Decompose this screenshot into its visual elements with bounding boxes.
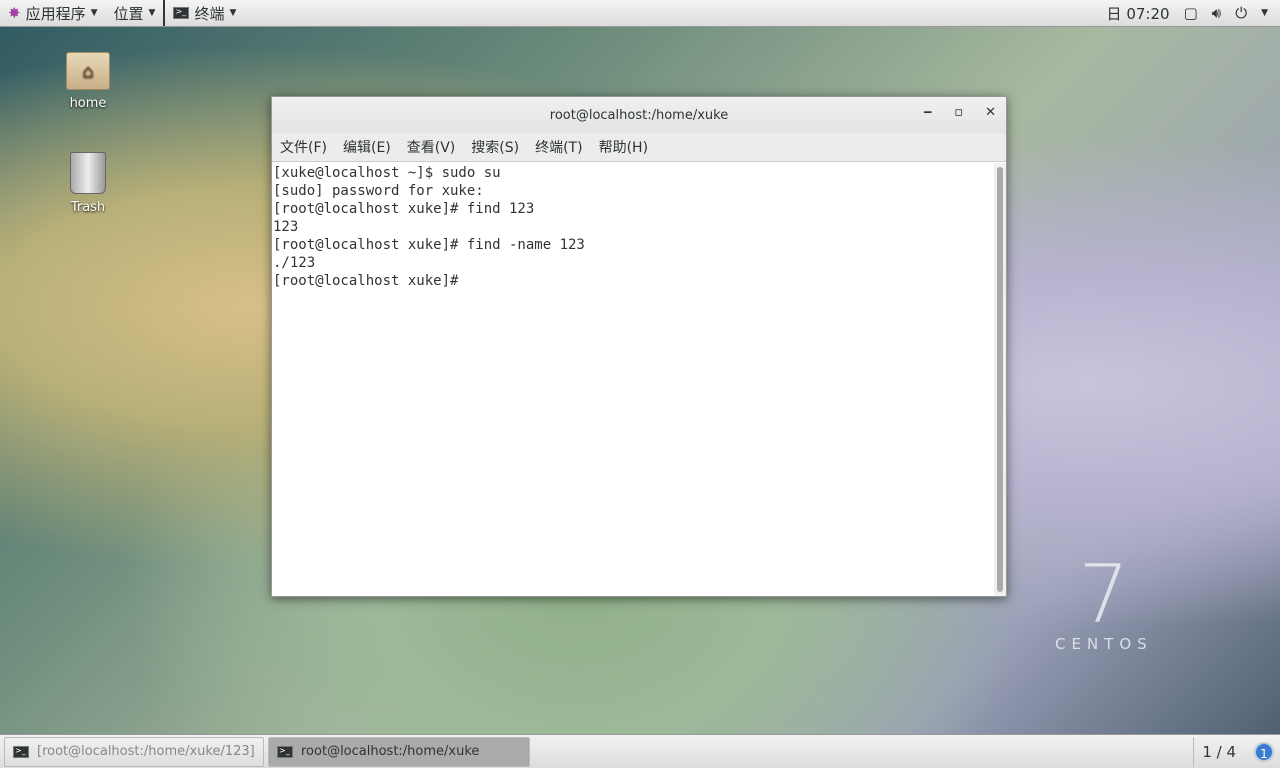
menu-search[interactable]: 搜索(S) <box>471 137 519 157</box>
notification-badge[interactable]: 1 <box>1254 742 1274 762</box>
places-label: 位置 <box>114 3 144 24</box>
task-button-123[interactable]: >_ [root@localhost:/home/xuke/123] <box>4 737 264 767</box>
terminal-icon: >_ <box>277 746 293 758</box>
terminal-window: root@localhost:/home/xuke ‒ ▫ ✕ 文件(F) 编辑(E… <box>271 96 1007 597</box>
terminal-icon: >_ <box>13 746 29 758</box>
minimize-button[interactable]: ‒ <box>923 105 932 120</box>
menu-edit[interactable]: 编辑(E) <box>343 137 391 157</box>
centos-branding: 7CENTOS <box>1055 555 1153 653</box>
applications-menu[interactable]: ✸ 应用程序 ▼ <box>0 0 106 26</box>
close-button[interactable]: ✕ <box>985 105 996 120</box>
menu-file[interactable]: 文件(F) <box>280 137 327 157</box>
places-menu[interactable]: 位置 ▼ <box>106 0 164 26</box>
trash-label: Trash <box>71 200 105 215</box>
chevron-down-icon: ▼ <box>229 8 236 18</box>
volume-icon[interactable]: 🔊︎ <box>1212 4 1221 22</box>
window-titlebar[interactable]: root@localhost:/home/xuke ‒ ▫ ✕ <box>272 97 1006 133</box>
trash-icon <box>70 152 106 194</box>
terminal-line: [root@localhost xuke]# find 123 <box>273 200 993 218</box>
scrollbar-thumb[interactable] <box>997 167 1003 592</box>
version-number: 7 <box>1055 555 1153 635</box>
chevron-down-icon[interactable]: ▼ <box>1261 8 1268 18</box>
desktop-home-icon[interactable]: ⌂ home <box>48 52 128 111</box>
menu-help[interactable]: 帮助(H) <box>599 137 648 157</box>
window-icon[interactable]: ▢ <box>1184 4 1198 22</box>
maximize-button[interactable]: ▫ <box>954 105 963 120</box>
terminal-line: [root@localhost xuke]# <box>273 272 993 290</box>
terminal-label: 终端 <box>194 3 224 24</box>
task-label: root@localhost:/home/xuke <box>301 744 479 759</box>
menu-view[interactable]: 查看(V) <box>407 137 456 157</box>
scrollbar[interactable] <box>994 163 1006 596</box>
chevron-down-icon: ▼ <box>91 8 98 18</box>
terminal-icon: >_ <box>173 7 189 19</box>
terminal-line: [root@localhost xuke]# find -name 123 <box>273 236 993 254</box>
window-list: >_ [root@localhost:/home/xuke/123] >_ root… <box>0 734 1280 768</box>
menu-terminal[interactable]: 终端(T) <box>535 137 582 157</box>
terminal-line: ./123 <box>273 254 993 272</box>
desktop-trash-icon[interactable]: Trash <box>48 152 128 215</box>
centos-logo-icon: ✸ <box>8 4 21 22</box>
task-button-xuke[interactable]: >_ root@localhost:/home/xuke <box>268 737 530 767</box>
day-label: 日 <box>1107 5 1122 23</box>
terminal-line: 123 <box>273 218 993 236</box>
menu-bar: 文件(F) 编辑(E) 查看(V) 搜索(S) 终端(T) 帮助(H) <box>272 133 1006 162</box>
clock[interactable]: 日 07:20 <box>1107 3 1170 24</box>
task-label: [root@localhost:/home/xuke/123] <box>37 744 255 759</box>
workspace-pager[interactable]: 1 / 4 <box>1193 737 1244 767</box>
terminal-line: [xuke@localhost ~]$ sudo su <box>273 164 993 182</box>
chevron-down-icon: ▼ <box>149 8 156 18</box>
home-folder-icon: ⌂ <box>66 52 110 90</box>
terminal-app-menu[interactable]: >_ 终端 ▼ <box>163 0 244 26</box>
time-label: 07:20 <box>1126 5 1169 23</box>
applications-label: 应用程序 <box>26 3 86 24</box>
top-panel: ✸ 应用程序 ▼ 位置 ▼ >_ 终端 ▼ 日 07:20 ▢ 🔊︎ ⏻ ▼ <box>0 0 1280 27</box>
terminal-line: [sudo] password for xuke: <box>273 182 993 200</box>
terminal-output[interactable]: [xuke@localhost ~]$ sudo su[sudo] passwo… <box>272 163 994 596</box>
centos-wordmark: CENTOS <box>1055 635 1153 653</box>
window-title: root@localhost:/home/xuke <box>550 108 728 123</box>
home-label: home <box>70 96 107 111</box>
power-icon[interactable]: ⏻ <box>1235 4 1247 22</box>
